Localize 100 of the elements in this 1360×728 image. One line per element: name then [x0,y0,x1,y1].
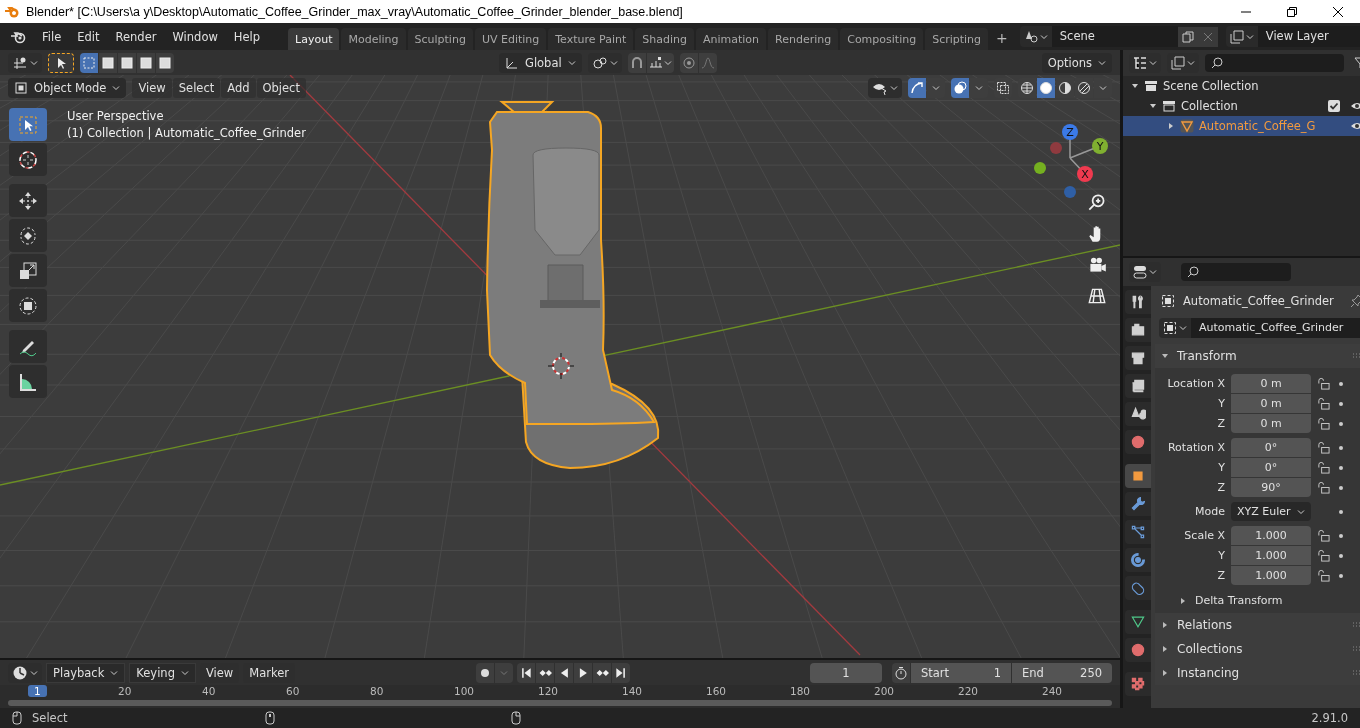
number-field[interactable]: 0° [1231,438,1311,457]
unlocked-padlock-icon[interactable] [1317,377,1330,390]
shading-mode-button[interactable] [1037,77,1055,98]
viewport-menu[interactable]: View [132,77,172,98]
properties-tab[interactable] [1125,492,1151,516]
playback-button[interactable] [554,662,573,683]
disclosure-triangle-icon[interactable] [1149,102,1157,110]
keyframe-dot-icon[interactable] [1338,464,1344,471]
viewport-menu[interactable]: Object [256,77,306,98]
drag-handle-icon[interactable] [1351,622,1360,628]
number-field[interactable]: 1.000 [1231,566,1311,585]
workspace-tab[interactable]: Animation [695,28,767,50]
workspace-tab[interactable]: Scripting [925,28,989,50]
keyframe-dot-icon[interactable] [1338,380,1344,387]
proportional-edit-button[interactable] [679,52,698,73]
auto-keying-button[interactable] [475,662,494,683]
scene-type-button[interactable] [1019,26,1052,47]
search-field[interactable] [1205,54,1344,72]
workspace-tab[interactable]: Shading [635,28,694,50]
visibility-button[interactable] [868,77,902,98]
keyframe-dot-icon[interactable] [1338,484,1344,491]
menu-item[interactable]: Edit [69,26,108,47]
timeline-dropdown[interactable]: Playback [46,662,126,683]
rotation-mode-dropdown[interactable]: XYZ Euler [1231,502,1311,521]
workspace-tab[interactable]: Rendering [768,28,839,50]
preview-range-button[interactable] [892,662,910,683]
playback-button[interactable] [592,662,611,683]
properties-tab[interactable] [1125,374,1151,398]
selection-mode-button[interactable] [137,52,155,73]
pin-icon[interactable] [1349,294,1360,308]
properties-tab[interactable] [1125,290,1151,314]
editor-type-button[interactable] [8,52,42,73]
properties-tab[interactable] [1125,548,1151,572]
keyframe-dot-icon[interactable] [1338,572,1344,579]
overlay-toggle-button[interactable] [951,77,969,98]
disclosure-triangle-icon[interactable] [1167,122,1175,130]
number-field[interactable]: 0 m [1231,394,1311,413]
menu-item[interactable]: File [34,26,70,47]
keyframe-dot-icon[interactable] [1338,400,1344,407]
tool-button[interactable] [9,184,47,217]
properties-tab[interactable] [1125,430,1151,454]
keyframe-dot-icon[interactable] [1338,508,1344,515]
tool-button[interactable] [9,254,47,287]
keyframe-dot-icon[interactable] [1338,444,1344,451]
selection-mode-button[interactable] [99,52,117,73]
selection-mode-button[interactable] [80,52,98,73]
pivot-point-button[interactable] [587,52,622,73]
keyframe-dot-icon[interactable] [1338,420,1344,427]
number-field[interactable]: 0 m [1231,374,1311,393]
unlocked-padlock-icon[interactable] [1317,529,1330,542]
add-workspace-button[interactable]: + [990,26,1014,50]
axis-gizmo[interactable]: X Y Z [1030,112,1110,202]
snap-target-button[interactable] [646,52,674,73]
tool-button[interactable] [9,365,47,398]
properties-tab[interactable] [1125,464,1151,488]
drag-handle-icon[interactable] [1351,646,1360,652]
unlocked-padlock-icon[interactable] [1317,569,1330,582]
copy-icon[interactable] [1177,26,1198,47]
unlocked-padlock-icon[interactable] [1317,549,1330,562]
properties-tab[interactable] [1125,672,1151,696]
search-field[interactable] [1181,263,1291,281]
playback-button[interactable] [611,662,630,683]
number-field[interactable]: 1.000 [1231,526,1311,545]
viewport-menu[interactable]: Select [172,77,221,98]
number-field[interactable]: 1.000 [1231,546,1311,565]
drag-handle-icon[interactable] [1351,670,1360,676]
xray-toggle-button[interactable] [994,77,1012,98]
disclosure-triangle-icon[interactable] [1131,82,1139,90]
object-name-field[interactable]: Automatic_Coffee_Grinder [1191,318,1360,338]
select-tool-button[interactable] [48,52,74,73]
snap-toggle-button[interactable] [627,52,646,73]
selection-mode-button[interactable] [118,52,136,73]
workspace-tab[interactable]: UV Editing [474,28,547,50]
unlocked-padlock-icon[interactable] [1317,481,1330,494]
playback-button[interactable] [535,662,554,683]
keyframe-dot-icon[interactable] [1338,532,1344,539]
number-field[interactable]: 0° [1231,458,1311,477]
tool-button[interactable] [9,219,47,252]
view-layer-field[interactable]: View Layer [1257,26,1360,47]
properties-tab[interactable] [1125,346,1151,370]
selection-mode-button[interactable] [156,52,174,73]
properties-tab[interactable] [1125,610,1151,634]
view-layer-type-button[interactable] [1225,26,1258,47]
start-frame-field[interactable]: Start 1 [911,662,1011,683]
checkbox[interactable] [1326,99,1341,113]
drag-handle-icon[interactable] [1351,353,1360,359]
unlocked-padlock-icon[interactable] [1317,461,1330,474]
close-icon[interactable] [1332,5,1344,18]
tool-button[interactable] [9,108,47,141]
menu-item[interactable]: Render [107,26,165,47]
object-browse-button[interactable] [1159,318,1191,338]
workspace-tab[interactable]: Sculpting [407,28,473,50]
workspace-tab[interactable]: Compositing [840,28,924,50]
mode-dropdown[interactable]: Object Mode [8,77,127,98]
outliner-row[interactable]: Scene Collection [1123,76,1360,96]
tool-button[interactable] [9,289,47,322]
unlocked-padlock-icon[interactable] [1317,441,1330,454]
options-dropdown[interactable]: Options [1041,52,1112,73]
subpanel-header[interactable]: Delta Transform [1155,590,1360,609]
unlocked-padlock-icon[interactable] [1317,417,1330,430]
